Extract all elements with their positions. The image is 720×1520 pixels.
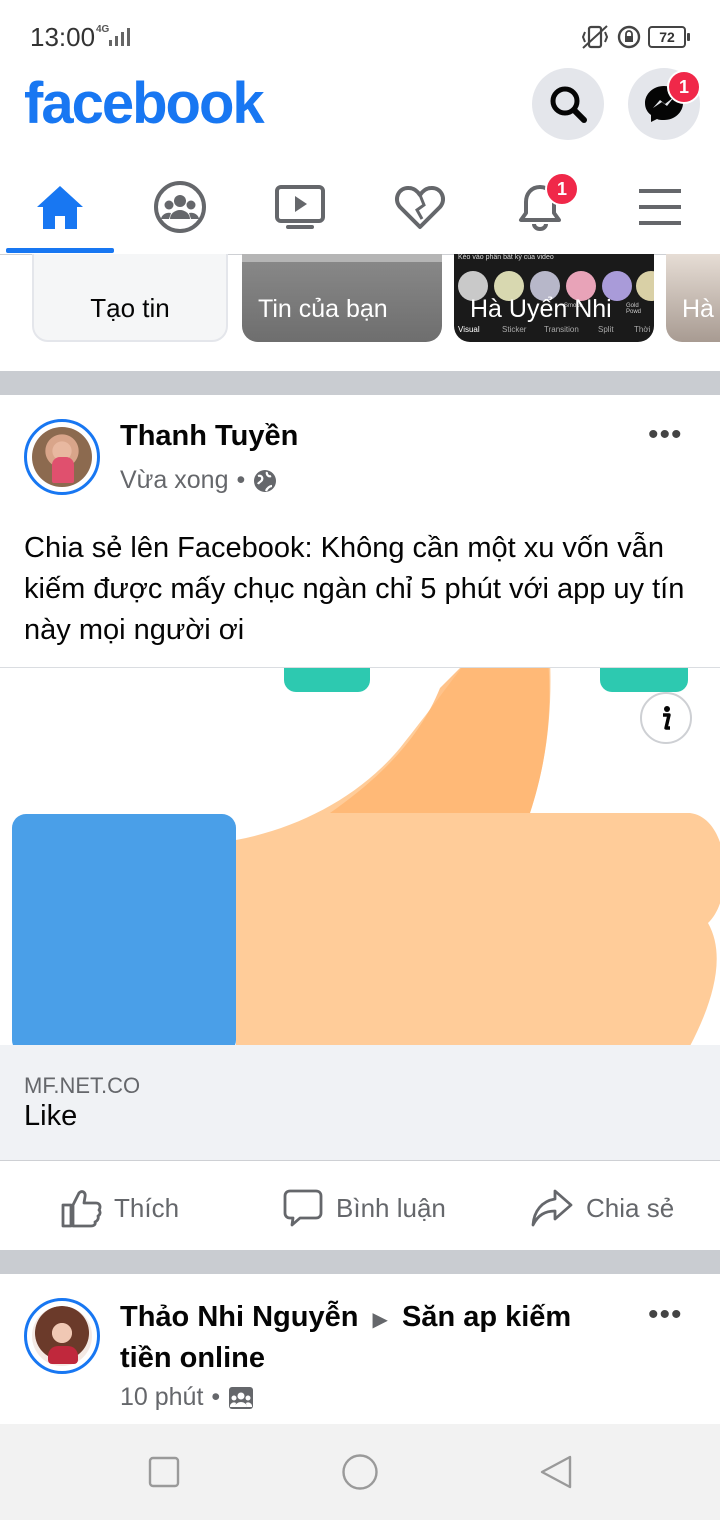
post-options-button[interactable]: ••• xyxy=(648,418,683,452)
link-domain: MF.NET.CO xyxy=(24,1073,141,1098)
post-time[interactable]: Vừa xong xyxy=(120,466,228,495)
main-nav xyxy=(0,160,720,255)
effect-tab: Split xyxy=(598,325,614,334)
section-divider xyxy=(0,1250,720,1274)
post-meta: 10 phút • xyxy=(120,1383,254,1412)
system-nav-bar xyxy=(0,1424,720,1520)
avatar-image xyxy=(32,427,92,487)
create-story-label: Tạo tin xyxy=(90,293,170,323)
heart-icon xyxy=(395,186,445,229)
tab-home[interactable] xyxy=(0,160,120,254)
post-author-name[interactable]: Thảo Nhi Nguyễn xyxy=(120,1301,358,1333)
arrow-icon: ▶ xyxy=(372,1309,388,1331)
story-card-ha-uyen-nhi[interactable]: Kéo vào phần bất kỳ của video Smoke Gold… xyxy=(454,254,654,342)
vibrate-icon xyxy=(581,25,609,49)
avatar-image xyxy=(32,1306,92,1366)
tab-dating[interactable] xyxy=(360,160,480,254)
group-members-icon xyxy=(229,1386,254,1409)
share-label: Chia sẻ xyxy=(586,1192,675,1223)
effect-name: Gold Powd xyxy=(626,303,642,315)
thumbs-up-illustration xyxy=(12,668,720,1046)
tab-watch[interactable] xyxy=(240,160,360,254)
post-link-image[interactable] xyxy=(0,667,720,1046)
stories-tray: Tạo tin Tin của bạn Kéo vào phần bất kỳ … xyxy=(0,254,720,371)
link-preview[interactable] xyxy=(0,1045,720,1161)
story-label: Hà xyxy=(682,295,714,323)
status-bar: 13:00 4G 72 xyxy=(0,0,720,62)
info-icon xyxy=(663,706,671,730)
messenger-badge: 1 xyxy=(667,70,701,104)
effect-tab: Visual xyxy=(458,325,480,334)
effect-tab: Transition xyxy=(544,325,579,334)
back-icon[interactable] xyxy=(538,1454,574,1490)
menu-icon xyxy=(639,189,681,225)
story-card-your-story[interactable]: Tin của bạn xyxy=(242,254,442,342)
groups-icon xyxy=(154,181,206,233)
home-icon xyxy=(37,186,83,229)
rotation-lock-icon xyxy=(617,25,641,49)
search-icon xyxy=(550,86,587,123)
status-time: 13:00 xyxy=(30,22,96,52)
story-caption: Kéo vào phần bất kỳ của video xyxy=(458,254,554,261)
story-label: Tin của bạn xyxy=(258,295,388,323)
author-avatar[interactable] xyxy=(24,1298,100,1374)
tab-menu[interactable] xyxy=(600,160,720,254)
like-button[interactable]: Thích xyxy=(60,1180,179,1236)
post-meta: Vừa xong • xyxy=(120,466,277,495)
thumbs-up-icon xyxy=(61,1190,102,1228)
comment-label: Bình luận xyxy=(336,1192,446,1223)
signal-icon xyxy=(109,28,130,46)
section-divider xyxy=(0,371,720,395)
post-time[interactable]: 10 phút xyxy=(120,1383,203,1412)
post-text: Chia sẻ lên Facebook: Không cần một xu v… xyxy=(24,532,685,646)
meta-separator: • xyxy=(211,1383,221,1411)
recent-apps-icon[interactable] xyxy=(148,1456,180,1488)
home-button-icon[interactable] xyxy=(341,1453,379,1491)
effect-tab: Sticker xyxy=(502,325,527,334)
battery-indicator: 72 xyxy=(648,26,690,48)
story-label: Hà Uyển Nhi xyxy=(470,295,612,323)
tab-notifications[interactable] xyxy=(480,160,600,254)
comment-icon xyxy=(283,1189,323,1227)
search-button[interactable] xyxy=(532,68,604,140)
meta-separator: • xyxy=(236,466,246,494)
active-tab-indicator xyxy=(6,248,114,253)
link-title: Like xyxy=(24,1100,78,1132)
facebook-logo[interactable]: facebook xyxy=(24,70,265,137)
share-icon xyxy=(531,1189,573,1227)
post-author-name[interactable]: Thanh Tuyền xyxy=(120,420,298,453)
story-card-ha[interactable]: Hà xyxy=(666,254,720,342)
effect-tab: Thời xyxy=(634,325,651,334)
author-avatar[interactable] xyxy=(24,419,100,495)
globe-icon xyxy=(254,469,277,492)
post-options-button[interactable]: ••• xyxy=(648,1298,683,1332)
share-button[interactable]: Chia sẻ xyxy=(530,1180,674,1236)
video-icon xyxy=(275,185,325,229)
like-label: Thích xyxy=(114,1192,180,1223)
create-story-card[interactable]: Tạo tin xyxy=(32,254,228,342)
comment-button[interactable]: Bình luận xyxy=(282,1180,446,1236)
tab-groups[interactable] xyxy=(120,160,240,254)
notifications-badge: 1 xyxy=(545,172,579,206)
ad-info-button[interactable] xyxy=(640,692,692,744)
post-header-text: Thảo Nhi Nguyễn ▶ Săn ap kiếm tiền onlin… xyxy=(120,1298,630,1377)
